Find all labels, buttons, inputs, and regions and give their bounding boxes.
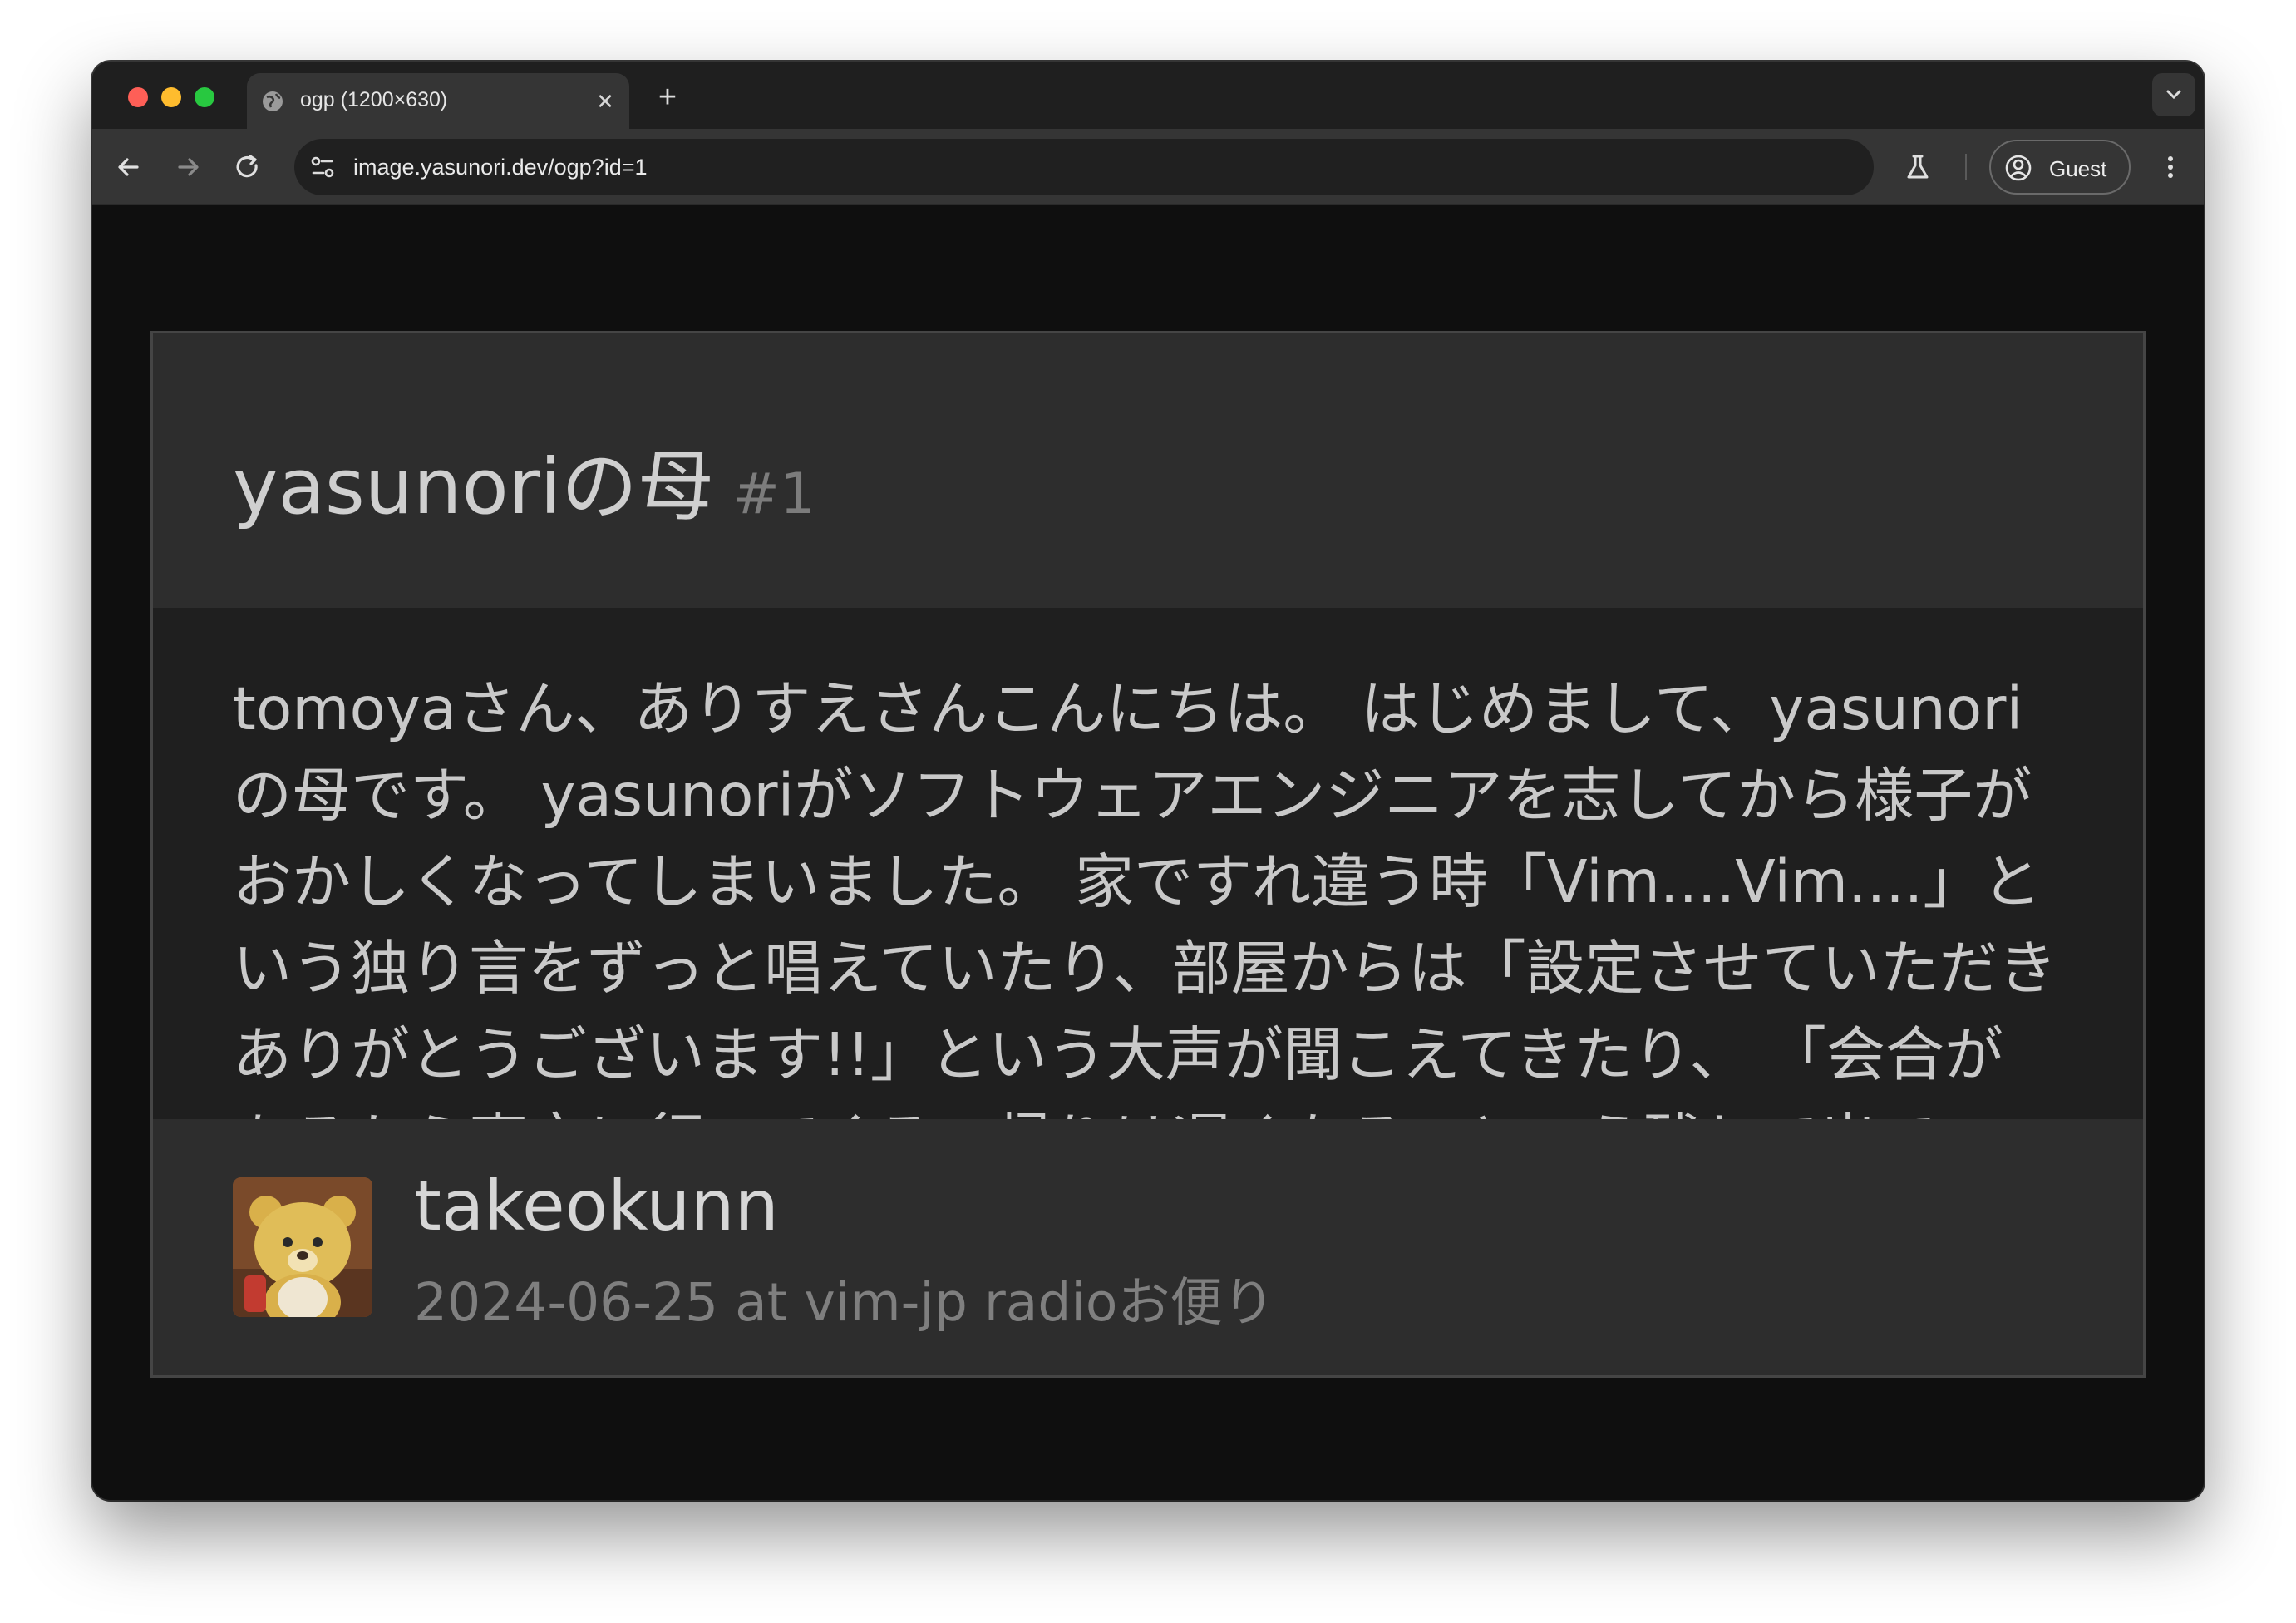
toolbar: image.yasunori.dev/ogp?id=1 Guest xyxy=(92,129,2204,205)
card-body-text: tomoyaさん、ありすえさんこんにちは。 はじめまして、yasunoriの母で… xyxy=(233,674,2057,1119)
card-title: yasunoriの母 #1 xyxy=(233,425,815,535)
profile-icon xyxy=(2005,155,2032,181)
page-content: yasunoriの母 #1 tomoyaさん、ありすえさんこんにちは。 はじめまし… xyxy=(92,205,2204,1500)
tab-title: ogp (1200×630) xyxy=(300,88,448,111)
post-meta: 2024-06-25 at vim-jp radioお便り xyxy=(414,1272,1275,1333)
maximize-window-button[interactable] xyxy=(195,87,214,107)
reload-icon[interactable] xyxy=(228,147,268,187)
globe-icon xyxy=(263,91,283,111)
browser-tab[interactable]: ogp (1200×630) ✕ xyxy=(247,73,629,129)
bear-avatar-icon xyxy=(233,1177,372,1317)
tab-search-button[interactable] xyxy=(2152,73,2195,116)
flask-icon[interactable] xyxy=(1898,147,1938,187)
address-bar[interactable]: image.yasunori.dev/ogp?id=1 xyxy=(294,139,1874,195)
close-tab-icon[interactable]: ✕ xyxy=(593,89,618,114)
tab-strip: ogp (1200×630) ✕ + xyxy=(92,62,2204,129)
back-arrow-icon[interactable] xyxy=(109,147,149,187)
card-number: #1 xyxy=(732,461,816,527)
profile-button[interactable]: Guest xyxy=(1989,140,2131,195)
close-window-button[interactable] xyxy=(128,87,148,107)
minimize-window-button[interactable] xyxy=(161,87,181,107)
browser-window: ogp (1200×630) ✕ + image.yasunori.dev/og… xyxy=(92,62,2204,1500)
card-header: yasunoriの母 #1 xyxy=(153,333,2143,608)
more-menu-icon[interactable] xyxy=(2151,147,2190,187)
url-text[interactable]: image.yasunori.dev/ogp?id=1 xyxy=(353,155,648,180)
profile-label: Guest xyxy=(2049,156,2107,181)
ogp-card: yasunoriの母 #1 tomoyaさん、ありすえさんこんにちは。 はじめまし… xyxy=(150,331,2146,1378)
card-body: tomoyaさん、ありすえさんこんにちは。 はじめまして、yasunoriの母で… xyxy=(153,608,2143,1119)
toolbar-divider xyxy=(1965,154,1967,180)
author-name: takeokunn xyxy=(414,1165,779,1246)
forward-arrow-icon[interactable] xyxy=(168,147,208,187)
chevron-down-icon xyxy=(2166,90,2181,100)
card-footer: takeokunn 2024-06-25 at vim-jp radioお便り xyxy=(153,1119,2143,1375)
new-tab-button[interactable]: + xyxy=(651,81,684,115)
avatar xyxy=(233,1177,372,1317)
card-title-text: yasunoriの母 xyxy=(233,442,715,531)
site-settings-icon[interactable] xyxy=(306,150,339,184)
